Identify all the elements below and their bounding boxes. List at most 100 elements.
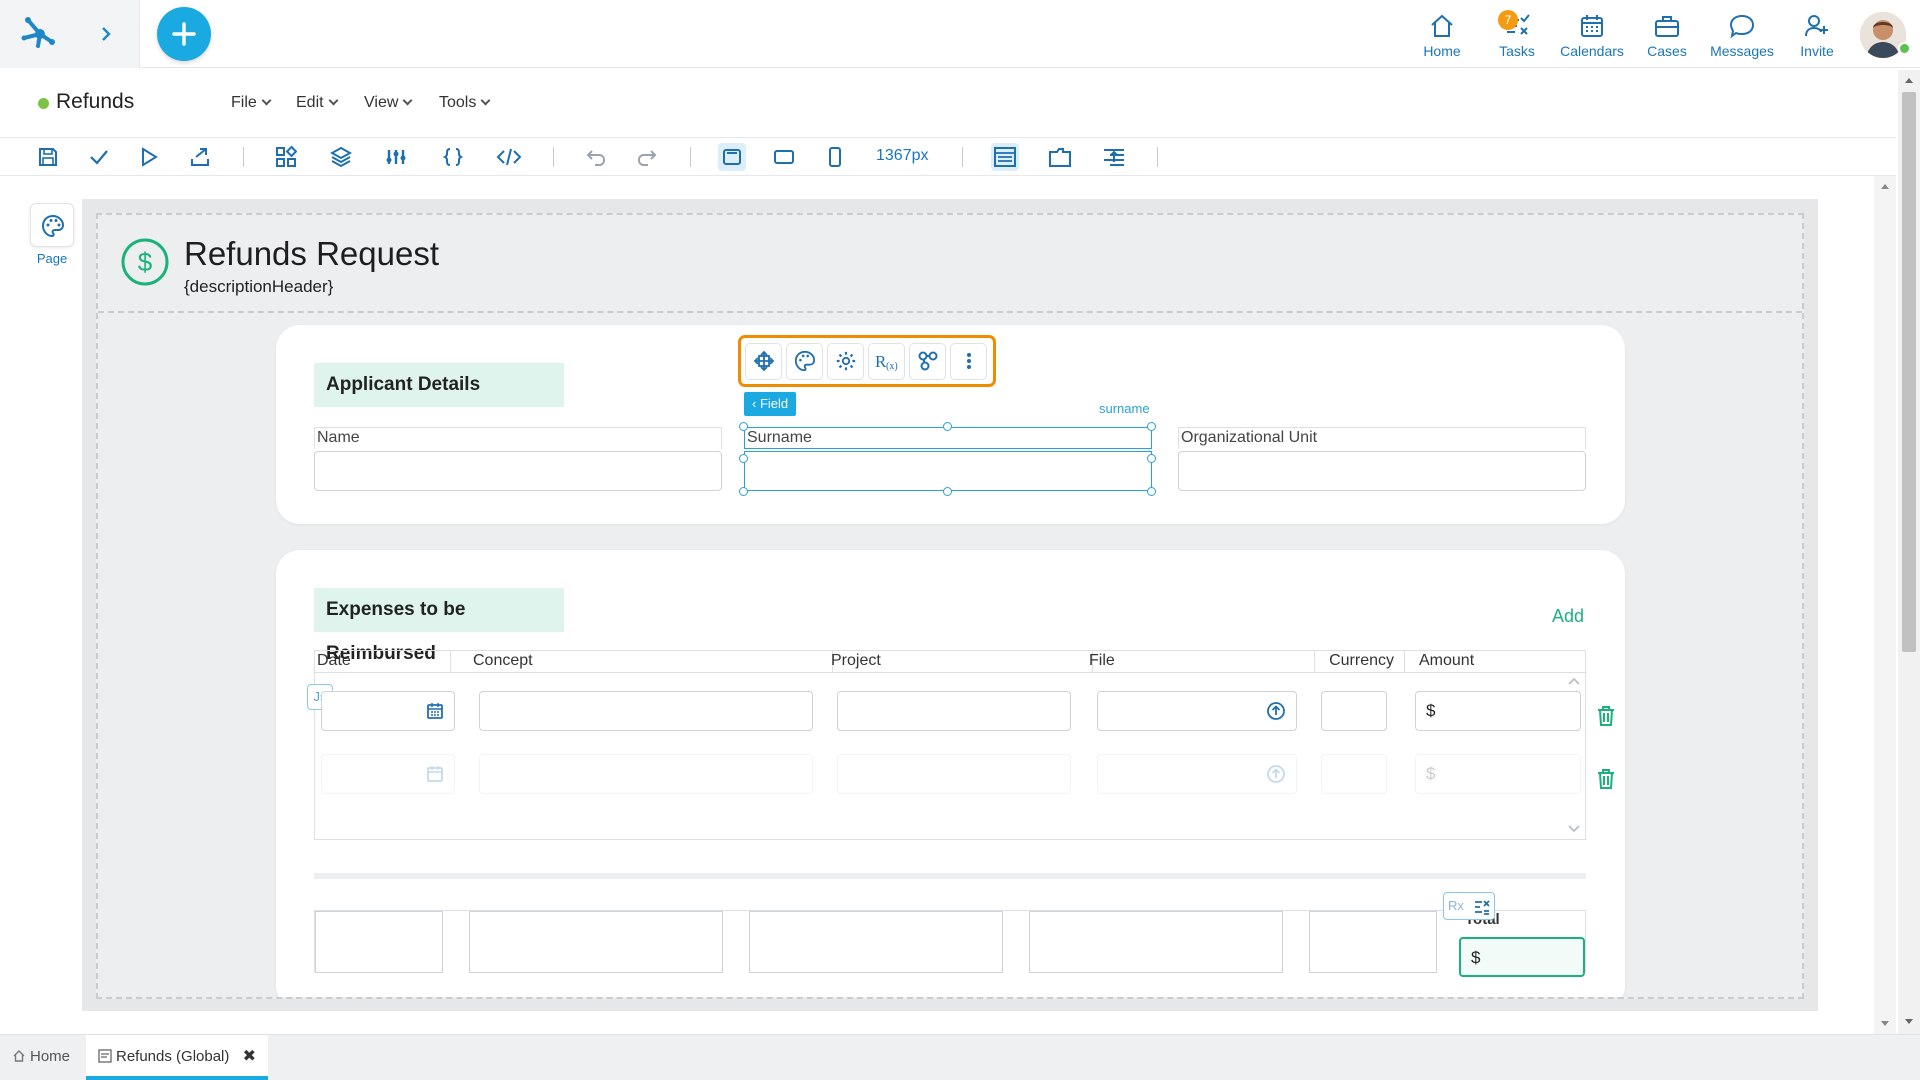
scroll-up-icon[interactable] (1904, 76, 1914, 84)
scrollbar-thumb[interactable] (1902, 92, 1916, 652)
total-amount-input[interactable]: $ (1459, 937, 1585, 977)
name-input[interactable] (314, 451, 722, 491)
organizational-unit-input[interactable] (1178, 451, 1586, 491)
resize-handle[interactable] (739, 487, 748, 496)
nav-calendars[interactable]: Calendars (1555, 8, 1629, 60)
resize-handle[interactable] (943, 487, 952, 496)
add-row-button[interactable]: Add (1552, 606, 1584, 627)
resize-handle[interactable] (739, 422, 748, 431)
more-options-button[interactable] (950, 342, 987, 380)
close-tab-icon[interactable]: ✖ (243, 1035, 256, 1079)
field-type-tag[interactable]: ‹ Field (744, 392, 797, 416)
tab-home[interactable]: Home (12, 1035, 70, 1080)
scripts-button[interactable] (439, 143, 467, 171)
scroll-up-icon[interactable] (1880, 182, 1890, 190)
nav-messages[interactable]: Messages (1705, 8, 1779, 60)
form-header[interactable]: $ Refunds Request {descriptionHeader} (98, 215, 1802, 313)
nav-invite[interactable]: Invite (1780, 8, 1854, 60)
total-placeholder-cell[interactable] (315, 911, 443, 973)
currency-input[interactable] (1321, 691, 1387, 731)
align-layout-button[interactable] (1100, 143, 1128, 171)
applicant-details-card[interactable]: Applicant Details Name R (x) ‹ Field surn… (276, 325, 1625, 524)
nav-cases[interactable]: Cases (1630, 8, 1704, 60)
redo-button[interactable] (633, 143, 661, 171)
project-input[interactable] (837, 754, 1071, 794)
properties-button[interactable] (827, 342, 864, 380)
desktop-view-button[interactable] (718, 143, 746, 171)
header-layout-button[interactable] (991, 143, 1019, 171)
surname-input[interactable] (744, 451, 1152, 491)
run-button[interactable] (135, 143, 163, 171)
style-button[interactable] (786, 342, 823, 380)
data-button[interactable] (382, 143, 410, 171)
scroll-down-icon[interactable] (1567, 823, 1581, 835)
table-row[interactable]: $ (315, 746, 1585, 802)
create-new-button[interactable] (157, 7, 211, 61)
canvas-width-readout[interactable]: 1367px (876, 147, 929, 165)
chevron-down-icon (328, 95, 339, 106)
total-placeholder-cell[interactable] (1029, 911, 1283, 973)
undo-button[interactable] (582, 143, 610, 171)
scroll-down-icon[interactable] (1880, 1020, 1890, 1028)
tablet-view-button[interactable] (770, 143, 798, 171)
canvas-scrollbar[interactable] (1874, 176, 1896, 1034)
file-input[interactable] (1097, 691, 1297, 731)
menu-view[interactable]: View (364, 94, 413, 112)
total-placeholder-cell[interactable] (469, 911, 723, 973)
app-logo-icon[interactable] (18, 12, 62, 52)
chevron-right-icon[interactable] (94, 22, 118, 46)
undo-icon (586, 150, 606, 166)
concept-input[interactable] (479, 691, 813, 731)
form-drop-area[interactable]: $ Refunds Request {descriptionHeader} Ap… (96, 213, 1804, 999)
amount-input[interactable]: $ (1415, 691, 1581, 731)
resize-handle[interactable] (739, 454, 748, 463)
controls-button[interactable] (272, 143, 300, 171)
upload-icon[interactable] (1266, 701, 1286, 721)
tab-refunds[interactable]: Refunds (Global) ✖ (86, 1035, 268, 1080)
move-button[interactable] (745, 342, 782, 380)
resize-handle[interactable] (1147, 487, 1156, 496)
delete-row-icon[interactable] (1596, 768, 1616, 790)
publish-button[interactable] (186, 143, 214, 171)
save-button[interactable] (34, 143, 62, 171)
calendar-icon[interactable] (426, 765, 444, 783)
organizational-unit-field[interactable]: Organizational Unit (1178, 427, 1586, 491)
scroll-down-icon[interactable] (1904, 1018, 1914, 1026)
container-layout-button[interactable] (1046, 143, 1074, 171)
dependencies-button[interactable] (909, 342, 946, 380)
resize-handle[interactable] (1147, 454, 1156, 463)
file-input[interactable] (1097, 754, 1297, 794)
page-scrollbar[interactable] (1898, 70, 1920, 1034)
concept-input[interactable] (479, 754, 813, 794)
upload-icon[interactable] (1266, 764, 1286, 784)
nav-tasks[interactable]: 7 Tasks (1480, 8, 1554, 60)
validate-button[interactable] (85, 143, 113, 171)
menu-tools[interactable]: Tools (439, 94, 491, 112)
rules-badge[interactable]: Rx (1443, 892, 1495, 920)
total-placeholder-cell[interactable] (1309, 911, 1437, 973)
total-placeholder-cell[interactable] (749, 911, 1003, 973)
calendar-icon[interactable] (426, 702, 444, 720)
currency-input[interactable] (1321, 754, 1387, 794)
page-properties-button[interactable] (30, 203, 74, 247)
date-input[interactable] (321, 754, 455, 794)
nav-home[interactable]: Home (1405, 8, 1479, 60)
resize-handle[interactable] (1147, 422, 1156, 431)
delete-row-icon[interactable] (1596, 705, 1616, 727)
date-input[interactable] (321, 691, 455, 731)
project-input[interactable] (837, 691, 1071, 731)
menu-file[interactable]: File (231, 94, 272, 112)
surname-field[interactable]: Surname (739, 422, 1156, 496)
amount-input[interactable]: $ (1415, 754, 1581, 794)
expenses-card[interactable]: Expenses to be Reimbursed Add Date Conce… (276, 550, 1625, 997)
menu-edit[interactable]: Edit (296, 94, 339, 112)
layers-button[interactable] (327, 143, 355, 171)
resize-handle[interactable] (943, 422, 952, 431)
rules-button[interactable]: R (x) (868, 342, 905, 380)
mobile-view-button[interactable] (821, 143, 849, 171)
currency-symbol: $ (1426, 701, 1436, 720)
table-row[interactable]: $ (315, 683, 1585, 739)
scroll-up-icon[interactable] (1567, 675, 1581, 687)
source-code-button[interactable] (495, 143, 523, 171)
name-field[interactable]: Name (314, 427, 722, 491)
